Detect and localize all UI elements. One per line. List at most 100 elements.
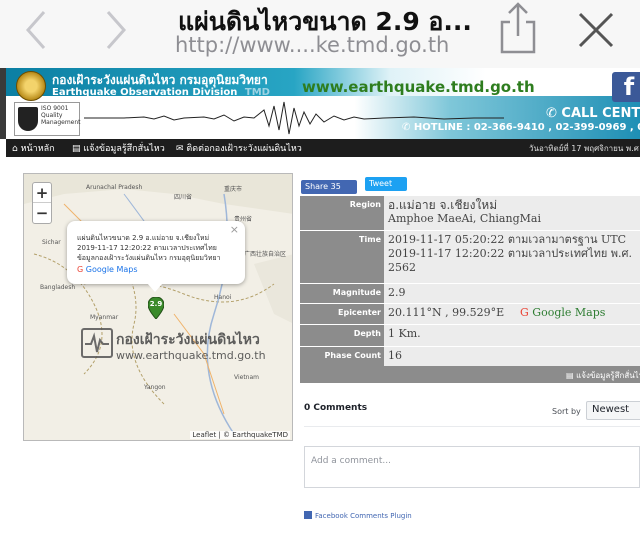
report-felt-label: แจ้งข้อมูลรู้สึกสั่นไหว (576, 371, 640, 380)
nav-item-report[interactable]: ▤ แจ้งข้อมูลรู้สึกสั่นไหว (72, 141, 165, 155)
map-label: Yangon (144, 384, 166, 391)
depth-value: 1 Km. (384, 325, 640, 346)
tmd-watermark-icon (81, 328, 113, 358)
comments-divider (304, 426, 640, 427)
tweet-button[interactable]: Tweet (365, 177, 407, 191)
row-region: Region อ.แม่อาย จ.เชียงใหม่ Amphoe MaeAi… (300, 196, 640, 231)
call-center-text: CALL CENTER : (561, 106, 640, 121)
epicenter-label: Epicenter (300, 304, 384, 324)
watermark-title: กองเฝ้าระวังแผ่นดินไหว (116, 332, 260, 348)
phone-icon: ✆ (402, 122, 414, 133)
nav-date: วันอาทิตย์ที่ 17 พฤศจิกายน พ.ศ (529, 144, 639, 153)
time-value: 2019-11-17 05:20:22 ตามเวลามาตรฐาน UTC 2… (384, 231, 640, 283)
google-maps-icon: G (520, 306, 533, 319)
site-banner: กองเฝ้าระวังแผ่นดินไหว กรมอุตุนิยมวิทยา … (0, 68, 640, 139)
region-value: อ.แม่อาย จ.เชียงใหม่ Amphoe MaeAi, Chian… (384, 196, 640, 230)
address-bar-url[interactable]: http://www....ke.tmd.go.th (175, 33, 449, 57)
report-icon: ▤ (72, 144, 84, 154)
popup-google-maps-link[interactable]: G Google Maps (77, 265, 138, 274)
shield-icon (18, 107, 38, 131)
magnitude-value: 2.9 (384, 284, 640, 303)
banner-site-url[interactable]: www.earthquake.tmd.go.th (302, 78, 535, 96)
map-label: Sichar (42, 239, 61, 246)
browser-toolbar: แผ่นดินไหวขนาด 2.9 อ... http://www....ke… (0, 0, 640, 68)
hotline-label: ✆ HOTLINE : 02-366-9410 , 02-399-0969 , … (402, 122, 640, 133)
epicenter-google-maps-link[interactable]: G Google Maps (520, 306, 605, 320)
depth-label: Depth (300, 325, 384, 346)
hotline-text: HOTLINE : 02-366-9410 , 02-399-0969 , 02… (413, 122, 640, 133)
nav-item-home[interactable]: ⌂ หน้าหลัก (12, 141, 55, 155)
watermark-url: www.earthquake.tmd.go.th (116, 349, 266, 362)
epicenter-google-maps-label: Google Maps (532, 306, 606, 319)
map-label: Arunachal Pradesh (86, 184, 143, 191)
map-attribution[interactable]: Leaflet | © EarthquakeTMD (190, 431, 290, 439)
map-label: 四川省 (174, 194, 193, 201)
popup-source: ข้อมูลกองเฝ้าระวังแผ่นดินไหว กรมอุตุนิยม… (77, 254, 221, 262)
popup-close-icon[interactable]: × (230, 223, 239, 236)
nav-item-home-label: หน้าหลัก (20, 144, 55, 154)
home-icon: ⌂ (12, 144, 21, 154)
tmd-seal-logo (16, 71, 46, 101)
region-label: Region (300, 196, 384, 230)
time-local: 2019-11-17 12:20:22 ตามเวลาประเทศไทย พ.ศ… (388, 247, 632, 260)
row-depth: Depth 1 Km. (300, 325, 640, 347)
facebook-icon[interactable]: f (612, 72, 640, 102)
map-popup: × แผ่นดินไหวขนาด 2.9 อ.แม่อาย จ.เชียงใหม… (67, 221, 245, 292)
nav-item-contact[interactable]: ✉ ติดต่อกองเฝ้าระวังแผ่นดินไหว (176, 141, 302, 155)
facebook-share-button[interactable]: Share 35 (301, 180, 357, 194)
google-maps-icon: G (77, 265, 86, 274)
row-epicenter: Epicenter 20.111°N , 99.529°E G Google M… (300, 304, 640, 325)
iso-text: ISO 9001 Quality Management (41, 105, 81, 126)
magnitude-label: Magnitude (300, 284, 384, 303)
facebook-icon (304, 511, 312, 519)
zoom-control: + − (32, 182, 52, 224)
time-year: 2562 (388, 261, 416, 274)
popup-google-maps-label: Google Maps (85, 265, 138, 274)
time-utc: 2019-11-17 05:20:22 ตามเวลามาตรฐาน UTC (388, 233, 627, 246)
share-icon[interactable] (498, 2, 538, 54)
phone-icon: ✆ (546, 106, 562, 121)
site-nav: ⌂ หน้าหลัก ▤ แจ้งข้อมูลรู้สึกสั่นไหว ✉ ต… (6, 139, 640, 157)
map-label: 重庆市 (224, 186, 243, 193)
zoom-out-button[interactable]: − (33, 203, 51, 223)
call-center-label: ✆ CALL CENTER : (546, 106, 640, 121)
forward-arrow-icon[interactable] (100, 8, 130, 49)
map-label: Vietnam (234, 374, 260, 381)
nav-item-report-label: แจ้งข้อมูลรู้สึกสั่นไหว (83, 144, 165, 154)
facebook-comments-plugin-label: Facebook Comments Plugin (315, 512, 412, 520)
marker-magnitude: 2.9 (149, 300, 163, 308)
zoom-in-button[interactable]: + (33, 183, 51, 203)
comments-count: 0 Comments (304, 403, 368, 413)
map-label: Myanmar (90, 314, 119, 321)
earthquake-marker[interactable]: 2.9 (147, 296, 165, 320)
sort-select[interactable]: Newest (586, 401, 640, 420)
earthquake-details-table: Region อ.แม่อาย จ.เชียงใหม่ Amphoe MaeAi… (300, 196, 640, 369)
row-time: Time 2019-11-17 05:20:22 ตามเวลามาตรฐาน … (300, 231, 640, 284)
row-magnitude: Magnitude 2.9 (300, 284, 640, 304)
close-icon[interactable] (576, 10, 616, 50)
report-felt-link[interactable]: ▤ แจ้งข้อมูลรู้สึกสั่นไหว (566, 369, 640, 382)
sort-by-label: Sort by (552, 407, 581, 416)
map-label: Bangladesh (40, 284, 76, 291)
comment-input[interactable]: Add a comment... (304, 446, 640, 488)
facebook-comments-plugin-link[interactable]: Facebook Comments Plugin (304, 511, 412, 520)
time-label: Time (300, 231, 384, 283)
sort-select-value: Newest (592, 404, 630, 415)
back-arrow-icon[interactable] (22, 8, 52, 49)
comment-placeholder: Add a comment... (311, 456, 392, 466)
table-footer: ▤ แจ้งข้อมูลรู้สึกสั่นไหว (300, 366, 640, 383)
epicenter-value: 20.111°N , 99.529°E G Google Maps (384, 304, 640, 324)
report-icon: ▤ (566, 371, 577, 380)
map-label: 广西壮族自治区 (244, 251, 287, 258)
phase-count-label: Phase Count (300, 347, 384, 368)
nav-item-contact-label: ติดต่อกองเฝ้าระวังแผ่นดินไหว (186, 144, 302, 154)
contact-icon: ✉ (176, 144, 187, 154)
region-en: Amphoe MaeAi, ChiangMai (388, 212, 541, 225)
earthquake-map[interactable]: Arunachal Pradesh 四川省 重庆市 贵州省 云南省 广西壮族自治… (23, 173, 293, 441)
epicenter-coords: 20.111°N , 99.529°E (388, 306, 505, 319)
phase-count-value: 16 (384, 347, 640, 368)
popup-tip (147, 283, 163, 292)
iso-badge: ISO 9001 Quality Management (14, 102, 81, 136)
region-th: อ.แม่อาย จ.เชียงใหม่ (388, 198, 498, 212)
map-label: Hanoi (214, 294, 232, 301)
